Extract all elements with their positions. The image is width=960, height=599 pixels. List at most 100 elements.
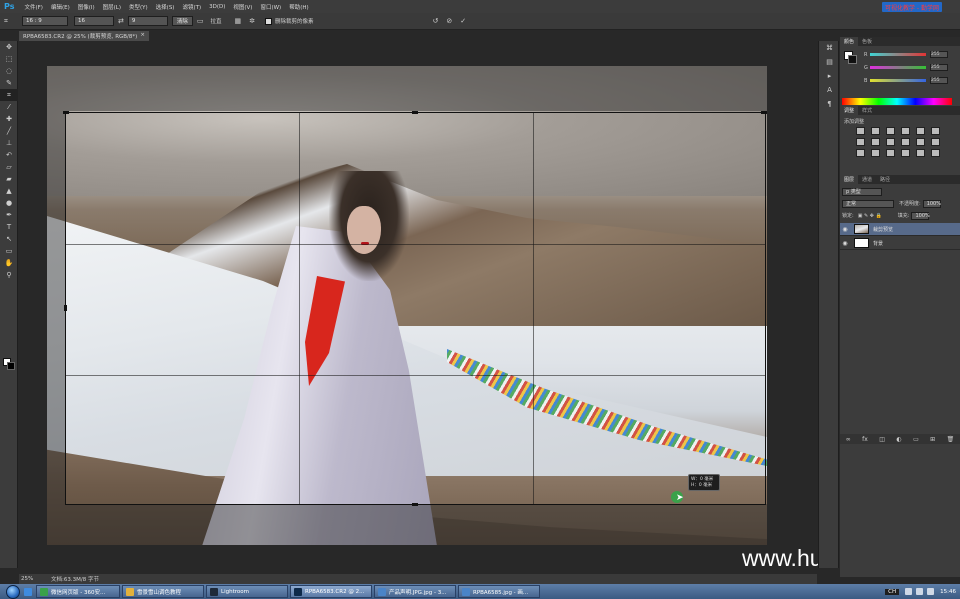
lock-icons[interactable]: ▣ ✎ ✥ 🔒: [858, 213, 882, 219]
menu-select[interactable]: 选择(S): [152, 3, 179, 11]
pen-tool-icon[interactable]: ✒: [0, 209, 18, 221]
gradient-tool-icon[interactable]: ▰: [0, 173, 18, 185]
color-balance-adjust-icon[interactable]: [871, 138, 880, 146]
zoom-level[interactable]: 25%: [21, 576, 51, 582]
actions-panel-icon[interactable]: ▸: [819, 69, 840, 83]
slider-green-value[interactable]: 255: [930, 64, 948, 71]
character-panel-icon[interactable]: A: [819, 83, 840, 97]
commit-check-icon[interactable]: ✓: [456, 17, 470, 25]
menu-file[interactable]: 文件(F): [20, 3, 46, 11]
shape-tool-icon[interactable]: ▭: [0, 245, 18, 257]
gradient-map-adjust-icon[interactable]: [931, 127, 940, 135]
menu-view[interactable]: 视图(V): [229, 3, 256, 11]
tab-color[interactable]: 颜色: [840, 37, 859, 46]
background-color-swatch[interactable]: [7, 362, 15, 370]
taskbar-item[interactable]: Lightroom: [206, 585, 288, 598]
adjustment-layer-icon[interactable]: ◐: [896, 436, 901, 443]
paragraph-panel-icon[interactable]: ¶: [819, 97, 840, 111]
tab-adjustments[interactable]: 调整: [840, 106, 859, 115]
properties-panel-icon[interactable]: ▤: [819, 55, 840, 69]
new-layer-icon[interactable]: ⊞: [930, 436, 935, 443]
clock[interactable]: 15:46: [940, 589, 956, 595]
type-tool-icon[interactable]: T: [0, 221, 18, 233]
swap-icon[interactable]: ⇄: [114, 17, 128, 25]
tab-styles[interactable]: 样式: [858, 106, 876, 115]
menu-window[interactable]: 窗口(W): [256, 3, 285, 11]
gradient-adjust-icon[interactable]: [916, 149, 925, 157]
add-mask-icon[interactable]: ◫: [879, 436, 885, 443]
color-spectrum-bar[interactable]: [842, 98, 952, 105]
lasso-tool-icon[interactable]: ◌: [0, 65, 18, 77]
layer-kind-filter[interactable]: p 类型: [842, 187, 882, 196]
tab-channels[interactable]: 通道: [858, 175, 876, 184]
clear-button[interactable]: 清除: [171, 16, 193, 26]
tab-paths[interactable]: 路径: [876, 175, 894, 184]
start-button[interactable]: [6, 584, 20, 599]
document-tab-close[interactable]: ×: [140, 32, 145, 40]
eye-icon[interactable]: ◉: [840, 226, 850, 233]
crop-handle-top[interactable]: [412, 111, 418, 114]
crop-handle-top-right[interactable]: [761, 111, 767, 114]
selective-color-adjust-icon[interactable]: [901, 149, 910, 157]
network-icon[interactable]: [905, 588, 913, 595]
brightness-adjust-icon[interactable]: [856, 127, 865, 135]
crop-tool-icon[interactable]: ⌗: [0, 17, 12, 26]
eye-icon[interactable]: ◉: [840, 240, 850, 247]
ie-icon[interactable]: [24, 587, 32, 596]
slider-red-value[interactable]: 255: [930, 51, 948, 58]
cancel-icon[interactable]: ⊘: [442, 17, 456, 25]
path-select-tool-icon[interactable]: ↖: [0, 233, 18, 245]
crop-handle-bottom[interactable]: [412, 503, 418, 506]
settings-gear-icon[interactable]: ✲: [245, 17, 259, 25]
history-panel-icon[interactable]: ⌘: [819, 41, 840, 55]
delete-cropped-checkbox[interactable]: [264, 17, 272, 25]
clone-stamp-tool-icon[interactable]: ⊥: [0, 137, 18, 149]
link-layers-icon[interactable]: ∞: [846, 436, 851, 443]
layer-name[interactable]: 裁剪预览: [873, 226, 893, 233]
crop-handle-left[interactable]: [64, 305, 67, 311]
quick-select-tool-icon[interactable]: ✎: [0, 77, 18, 89]
straighten-label[interactable]: 拉直: [207, 17, 224, 25]
document-info[interactable]: 文档:63.3M/8 字节: [51, 575, 99, 583]
overlay-grid-icon[interactable]: ▦: [230, 17, 245, 25]
black-white-adjust-icon[interactable]: [886, 138, 895, 146]
brush-tool-icon[interactable]: ╱: [0, 125, 18, 137]
threshold-adjust-icon[interactable]: [886, 149, 895, 157]
menu-3d[interactable]: 3D(D): [205, 4, 229, 10]
slider-green[interactable]: G 255: [864, 64, 948, 71]
shadows-adjust-icon[interactable]: [931, 149, 940, 157]
vibrance-adjust-icon[interactable]: [916, 127, 925, 135]
width-input[interactable]: 16: [73, 16, 114, 26]
dodge-tool-icon[interactable]: ●: [0, 197, 18, 209]
invert-adjust-icon[interactable]: [856, 149, 865, 157]
posterize-adjust-icon[interactable]: [871, 149, 880, 157]
slider-blue-value[interactable]: 255: [930, 77, 948, 84]
history-brush-tool-icon[interactable]: ↶: [0, 149, 18, 161]
ratio-select[interactable]: 16 : 9: [21, 16, 68, 26]
layer-style-icon[interactable]: fx: [862, 436, 868, 443]
menu-layer[interactable]: 图层(L): [99, 3, 125, 11]
taskbar-item[interactable]: 雪景雪山调色教程: [122, 585, 204, 598]
fill-input[interactable]: 100%: [911, 211, 930, 220]
layer-row[interactable]: ◉ 背景: [840, 237, 960, 250]
tab-layers[interactable]: 图层: [840, 175, 859, 184]
blend-mode-select[interactable]: 正常: [842, 199, 894, 208]
move-tool-icon[interactable]: ✥: [0, 41, 18, 53]
exposure-adjust-icon[interactable]: [901, 127, 910, 135]
color-background-swatch[interactable]: [848, 55, 857, 64]
canvas-area[interactable]: W：0 毫米 H：0 毫米 ➤: [19, 41, 817, 568]
taskbar-item[interactable]: RPBA6583.CR2 @ 2...: [290, 585, 372, 598]
crop-tool-active-icon[interactable]: ⌗: [0, 89, 18, 101]
menu-image[interactable]: 图像(I): [74, 3, 99, 11]
slider-blue[interactable]: B 255: [864, 77, 948, 84]
straighten-icon[interactable]: ▭: [193, 17, 208, 25]
layer-name[interactable]: 背景: [873, 240, 883, 247]
trash-icon[interactable]: 🗑: [947, 436, 955, 443]
volume-icon[interactable]: [916, 588, 924, 595]
hue-saturation-adjust-icon[interactable]: [856, 138, 865, 146]
healing-tool-icon[interactable]: ✚: [0, 113, 18, 125]
taskbar-item[interactable]: 微信网页版 - 360安...: [36, 585, 120, 598]
slider-red[interactable]: R 255: [864, 51, 948, 58]
reset-icon[interactable]: ↺: [429, 17, 443, 25]
menu-help[interactable]: 帮助(H): [285, 3, 312, 11]
